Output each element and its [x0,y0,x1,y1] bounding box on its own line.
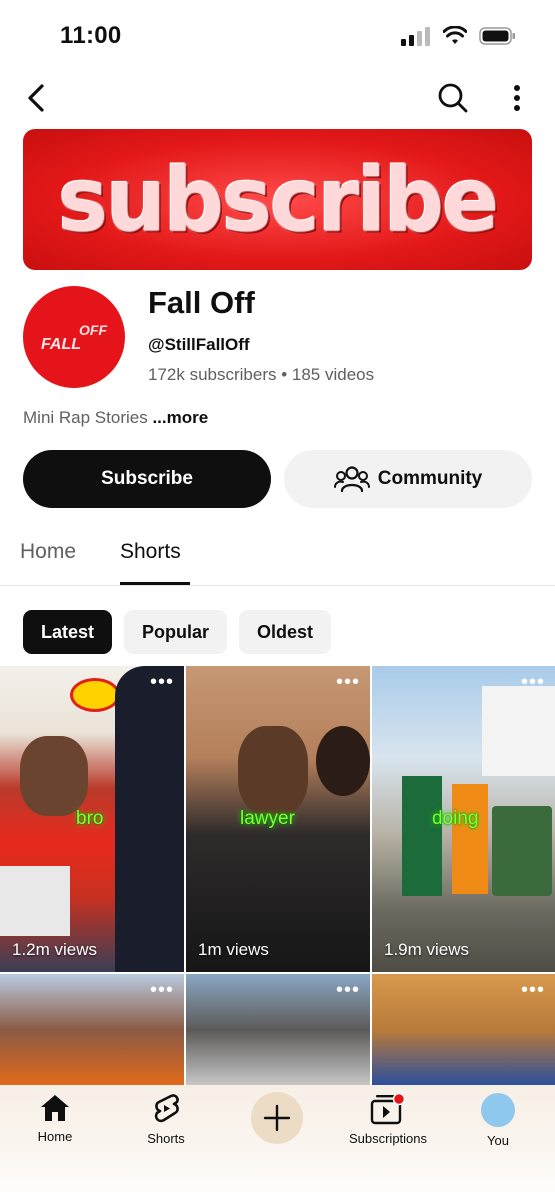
channel-handle: @StillFallOff [148,335,250,354]
wifi-icon [443,26,467,44]
battery-icon [479,27,515,45]
short-caption: bro [76,808,104,829]
subscribe-label: Subscribe [101,468,193,489]
more-options-button[interactable] [505,80,529,116]
status-time: 11:00 [60,22,122,49]
avatar-logo-bottom: FALL [41,336,81,353]
short-more-button[interactable]: ••• [336,980,360,1000]
channel-tabs: Home Shorts [0,528,555,586]
banner-text: subscribe [57,148,499,251]
active-tab-indicator [120,582,190,585]
back-arrow-icon [28,84,44,112]
channel-description[interactable]: Mini Rap Stories ...more [23,408,208,428]
create-button[interactable] [251,1092,303,1144]
subscribe-button[interactable]: Subscribe [23,450,271,508]
short-more-button[interactable]: ••• [150,980,174,1000]
tab-shorts[interactable]: Shorts [120,540,181,564]
short-tile[interactable]: ••• [372,974,555,1086]
plus-icon [263,1104,291,1132]
nav-you-label: You [487,1133,509,1148]
nav-shorts-label: Shorts [147,1131,185,1146]
nav-home[interactable]: Home [30,1093,80,1144]
chip-popular[interactable]: Popular [124,610,228,654]
short-caption: lawyer [240,808,295,829]
nav-home-label: Home [37,1129,73,1144]
top-bar [0,72,555,124]
short-views: 1m views [198,940,269,959]
signal-icon [401,27,430,46]
user-avatar [481,1093,515,1127]
short-more-button[interactable]: ••• [521,672,545,692]
home-icon [41,1095,69,1121]
community-label: Community [377,468,483,489]
nav-you[interactable]: You [476,1093,520,1148]
more-vertical-icon [514,85,520,111]
house [482,686,555,776]
more-link[interactable]: ...more [152,408,208,427]
channel-stats: 172k subscribers • 185 videos [148,365,375,384]
short-tile[interactable]: bro ••• 1.2m views [0,666,184,972]
hooded-figure [115,666,184,972]
status-icons [401,26,517,46]
short-tile[interactable]: lawyer ••• 1m views [186,666,370,972]
safety-vest [402,776,442,896]
nav-shorts[interactable]: Shorts [136,1093,196,1146]
person-head [238,726,308,816]
person-head [20,736,88,816]
channel-description-text: Mini Rap Stories [23,408,148,427]
short-tile[interactable]: ••• [186,974,370,1086]
community-button[interactable]: Community [284,450,532,508]
avatar-logo-top: OFF [79,322,107,338]
register-screen [0,866,70,936]
channel-name: Fall Off [148,285,255,320]
shorts-grid: bro ••• 1.2m views lawyer ••• 1m views d… [0,666,555,1086]
shorts-icon [154,1094,179,1123]
chip-latest[interactable]: Latest [23,610,113,654]
bottom-navigation: Home Shorts Subscriptions You [0,1085,555,1200]
search-button[interactable] [435,80,471,116]
nav-subscriptions[interactable]: Subscriptions [340,1093,436,1146]
trash-bin [492,806,552,896]
short-views: 1.9m views [384,940,470,959]
short-views: 1.2m views [12,940,98,959]
channel-avatar[interactable]: OFF FALL [23,286,125,388]
person-head [316,726,370,796]
short-caption: doing [432,808,479,829]
channel-banner: subscribe [23,129,532,270]
short-more-button[interactable]: ••• [521,980,545,1000]
subscriptions-icon [370,1093,406,1125]
nav-subscriptions-label: Subscriptions [348,1131,428,1146]
orange-vest [452,784,488,894]
search-icon [438,83,468,113]
short-tile[interactable]: ••• [0,974,184,1086]
back-button[interactable] [18,80,54,116]
short-tile[interactable]: doing ••• 1.9m views [372,666,555,972]
status-bar: 11:00 [0,0,555,70]
shell-logo [70,678,120,712]
short-more-button[interactable]: ••• [150,672,174,692]
short-more-button[interactable]: ••• [336,672,360,692]
sort-chips: Latest Popular Oldest [23,610,332,654]
community-icon [333,466,370,493]
chip-oldest[interactable]: Oldest [239,610,332,654]
tab-home[interactable]: Home [20,540,76,564]
